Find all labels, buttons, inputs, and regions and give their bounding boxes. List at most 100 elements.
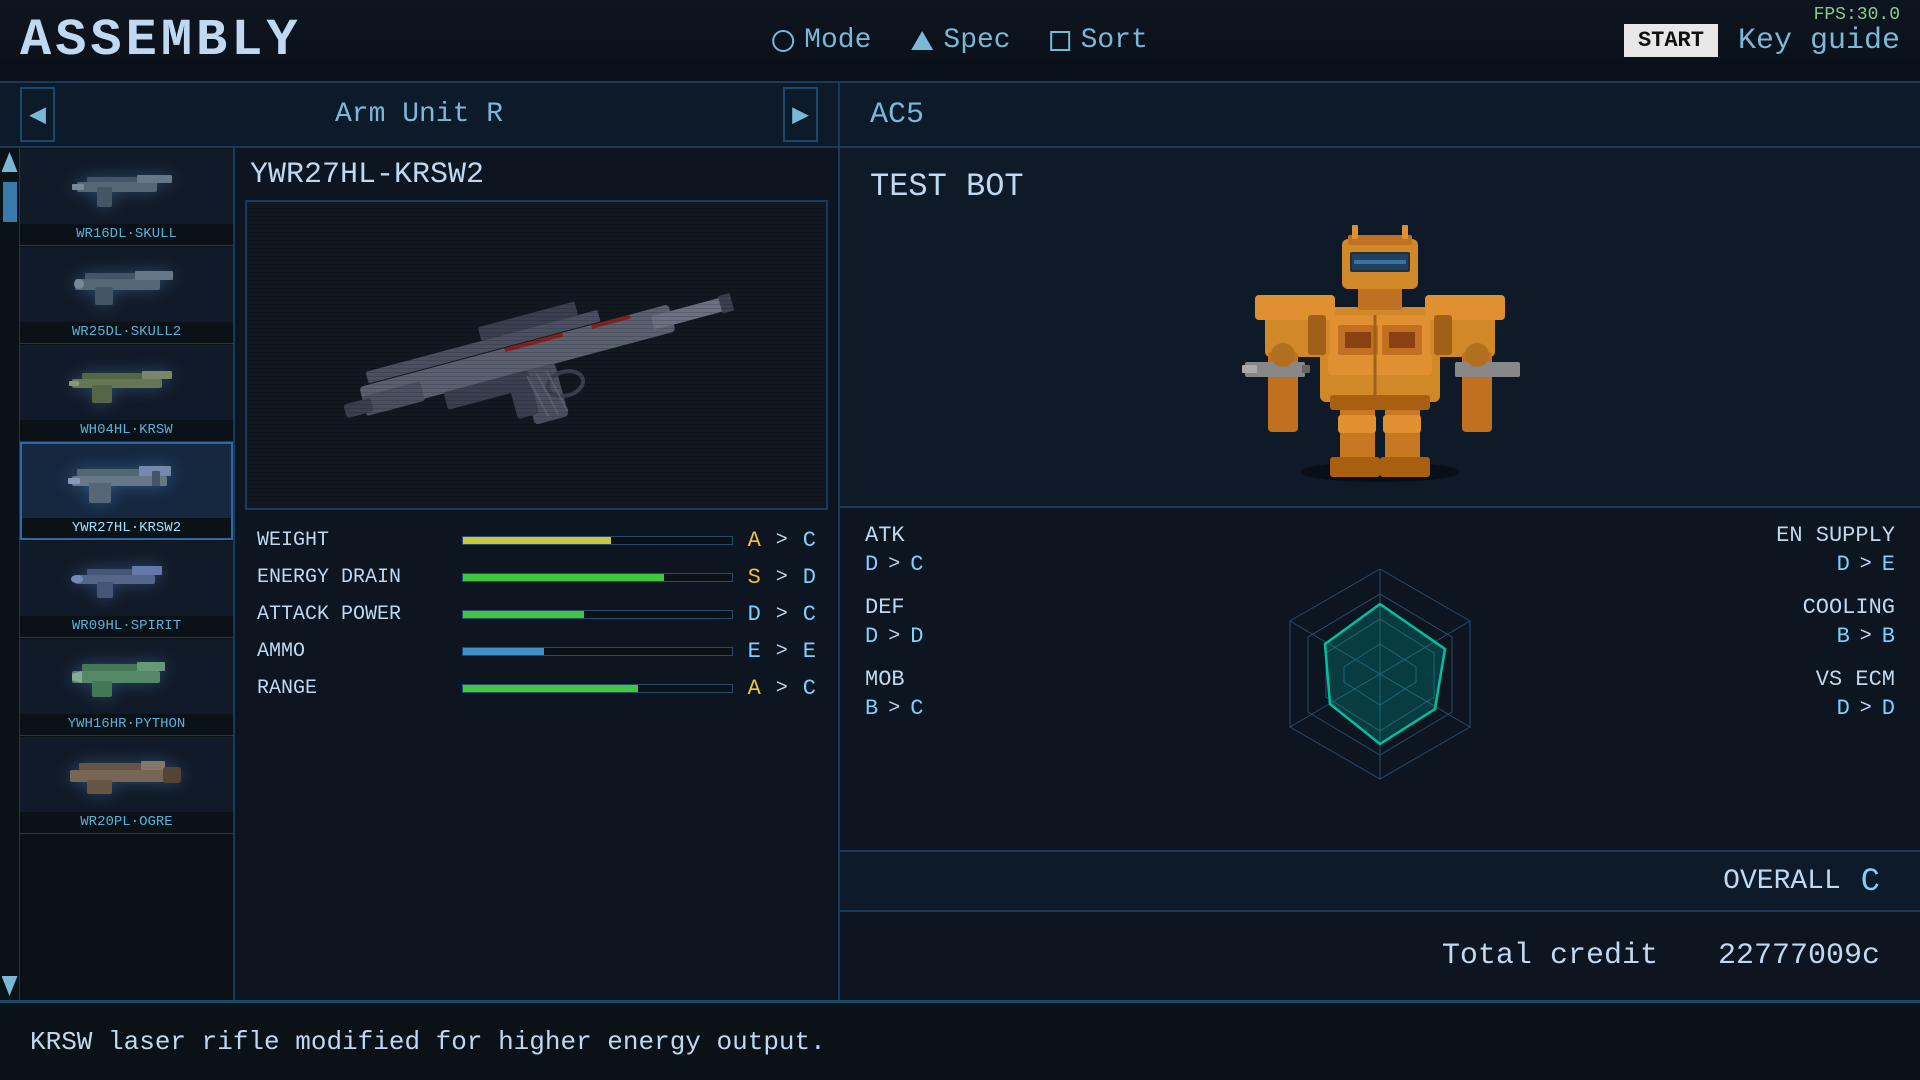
spec-label: Spec: [943, 25, 1010, 56]
stat-row-weight: WEIGHT A > C: [257, 528, 816, 553]
cooling-grades: B > B: [1837, 624, 1895, 649]
cooling-stat-group: COOLING B > B: [1803, 595, 1895, 649]
weapon-item[interactable]: YWH16HR·PYTHON: [20, 638, 233, 736]
bot-display: TEST BOT: [840, 148, 1920, 508]
grade-arrow: >: [776, 640, 788, 663]
overall-label: OVERALL: [1723, 866, 1841, 897]
weapon-item-bg: [20, 247, 233, 322]
weapon-item[interactable]: WH04HL·KRSW: [20, 344, 233, 442]
weapon-item[interactable]: WR09HL·SPIRIT: [20, 540, 233, 638]
weapon-main-image: [327, 215, 747, 495]
stat-rows-container: WEIGHT A > C ENERGY DRAIN S: [245, 520, 828, 713]
mob-grade-before: B: [865, 696, 878, 721]
en-supply-grade-after: E: [1882, 552, 1895, 577]
stat-row-attack-power: ATTACK POWER D > C: [257, 602, 816, 627]
vs-ecm-grade-after: D: [1882, 696, 1895, 721]
stat-energy-drain-fill: [463, 574, 664, 581]
en-supply-stat-group: EN SUPPLY D > E: [1776, 523, 1895, 577]
spec-nav-item[interactable]: Spec: [911, 25, 1010, 56]
grade-energy-after: D: [803, 565, 816, 590]
next-button[interactable]: ▶: [783, 87, 818, 142]
scroll-thumb[interactable]: [3, 182, 17, 222]
header-right: START Key guide: [1624, 24, 1900, 58]
atk-grade-before: D: [865, 552, 878, 577]
weapon-item-bg: [22, 444, 231, 518]
weapon-image-box: [245, 200, 828, 510]
stat-weight-fill: [463, 537, 611, 544]
weapon-item-label: WH04HL·KRSW: [20, 420, 233, 440]
weapon-image: [67, 647, 187, 707]
mob-grades: B > C: [865, 696, 1230, 721]
weapon-item-label: WR16DL·SKULL: [20, 224, 233, 244]
en-supply-grade-before: D: [1837, 552, 1850, 577]
grade-weight-before: A: [748, 528, 761, 553]
credit-bar: Total credit 22777009c: [840, 910, 1920, 1000]
mode-label: Mode: [804, 25, 871, 56]
weapon-item-selected[interactable]: YWR27HL·KRSW2: [20, 442, 233, 540]
weapon-item[interactable]: WR16DL·SKULL: [20, 148, 233, 246]
weapon-image: [67, 451, 187, 511]
def-stat-group: DEF D > D: [865, 595, 1230, 649]
bot-svg: [1190, 167, 1570, 487]
arrow: >: [888, 553, 900, 576]
weapon-item[interactable]: WR20PL·OGRE: [20, 736, 233, 834]
def-grades: D > D: [865, 624, 1230, 649]
description-text: KRSW laser rifle modified for higher ene…: [30, 1027, 826, 1057]
arrow: >: [888, 697, 900, 720]
weapon-item[interactable]: WR25DL·SKULL2: [20, 246, 233, 344]
left-panel: ◀ Arm Unit R ▶: [0, 83, 840, 1000]
weapon-image: [67, 549, 187, 609]
sort-label: Sort: [1081, 25, 1148, 56]
sort-nav-item[interactable]: Sort: [1051, 25, 1148, 56]
stat-range-label: RANGE: [257, 677, 447, 700]
prev-button[interactable]: ◀: [20, 87, 55, 142]
stat-row-energy-drain: ENERGY DRAIN S > D: [257, 565, 816, 590]
grade-arrow: >: [776, 529, 788, 552]
stat-attack-power-label: ATTACK POWER: [257, 603, 447, 626]
cooling-label: COOLING: [1803, 595, 1895, 620]
scroll-up-arrow[interactable]: [2, 152, 18, 172]
atk-label: ATK: [865, 523, 1230, 548]
grade-arrow: >: [776, 603, 788, 626]
right-panel-header: AC5: [840, 83, 1920, 148]
weapon-item-bg: [20, 149, 233, 224]
stat-energy-drain-label: ENERGY DRAIN: [257, 566, 447, 589]
app-title: ASSEMBLY: [20, 11, 302, 70]
arm-unit-title: Arm Unit R: [55, 99, 783, 130]
left-scrollbar: [0, 148, 20, 1000]
def-grade-after: D: [910, 624, 923, 649]
grade-arrow: >: [776, 566, 788, 589]
cooling-grade-before: B: [1837, 624, 1850, 649]
weapon-name: YWR27HL-KRSW2: [245, 158, 828, 192]
grade-weight-after: C: [803, 528, 816, 553]
stat-attack-power-bar: [462, 610, 733, 619]
main-content: ◀ Arm Unit R ▶: [0, 83, 1920, 1000]
def-grade-before: D: [865, 624, 878, 649]
start-button[interactable]: START: [1624, 24, 1718, 57]
en-supply-label: EN SUPPLY: [1776, 523, 1895, 548]
key-guide-label[interactable]: Key guide: [1738, 24, 1900, 58]
stats-right-col: EN SUPPLY D > E COOLING B > B: [1530, 523, 1895, 835]
grade-attack-before: D: [748, 602, 761, 627]
vs-ecm-grade-before: D: [1837, 696, 1850, 721]
radar-chart: [1250, 549, 1510, 809]
scroll-down-arrow[interactable]: [2, 976, 18, 996]
spec-icon: [911, 31, 933, 50]
weapon-item-bg: [20, 639, 233, 714]
bot-name-label: TEST BOT: [870, 168, 1024, 205]
stat-ammo-label: AMMO: [257, 640, 447, 663]
mob-grade-after: C: [910, 696, 923, 721]
grade-range-after: C: [803, 676, 816, 701]
stats-left-col: ATK D > C DEF D > D: [865, 523, 1230, 835]
grade-arrow: >: [776, 677, 788, 700]
mode-icon: [772, 30, 794, 52]
mode-nav-item[interactable]: Mode: [772, 25, 871, 56]
grade-ammo-before: E: [748, 639, 761, 664]
atk-stat-group: ATK D > C: [865, 523, 1230, 577]
def-label: DEF: [865, 595, 1230, 620]
overall-grade: C: [1861, 863, 1880, 900]
left-panel-body: WR16DL·SKULL WR25DL·SKULL2: [0, 148, 838, 1000]
weapon-image: [67, 353, 187, 413]
stat-row-range: RANGE A > C: [257, 676, 816, 701]
arrow: >: [1860, 697, 1872, 720]
